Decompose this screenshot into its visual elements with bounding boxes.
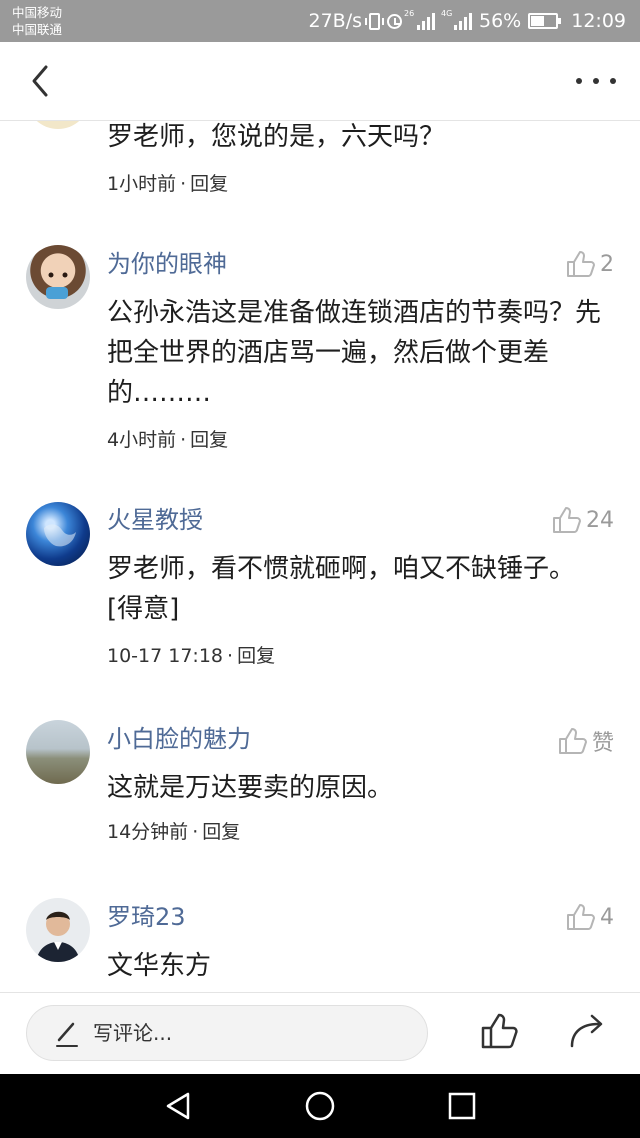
comment-text: 公孙永浩这是准备做连锁酒店的节奏吗？先把全世界的酒店骂一遍，然后做个更差的……… bbox=[107, 298, 602, 408]
thumbs-up-icon bbox=[558, 728, 587, 754]
share-arrow-icon bbox=[570, 1014, 603, 1048]
username[interactable]: 为你的眼神 bbox=[107, 248, 227, 280]
thumbs-up-icon bbox=[553, 507, 581, 533]
comment-time: 10-17 17:18 bbox=[107, 645, 224, 667]
reply-button[interactable]: 回复 bbox=[202, 821, 240, 843]
comment-text: 这就是万达要卖的原因。 bbox=[107, 773, 394, 803]
like-button[interactable]: 24 bbox=[552, 506, 614, 534]
carrier-info: 中国移动 中国联通 bbox=[12, 4, 62, 38]
reply-button[interactable]: 回复 bbox=[190, 173, 228, 195]
comment-time: 4小时前 bbox=[107, 429, 177, 451]
avatar[interactable] bbox=[26, 121, 90, 129]
comment-item: 小白脸的魅力 赞 这就是万达要卖的原因。 14分钟前 · 回复 bbox=[0, 717, 640, 877]
comment-text: 罗老师，看不惯就砸啊，咱又不缺锤子。[得意] bbox=[107, 554, 576, 624]
circle-home-icon bbox=[305, 1091, 335, 1121]
comment-meta: 4小时前 · 回复 bbox=[107, 429, 229, 451]
thumbs-up-icon bbox=[481, 1013, 518, 1049]
share-button[interactable] bbox=[568, 1012, 608, 1054]
signal-1-tag: 26 bbox=[404, 9, 415, 18]
net-speed: 27B/s bbox=[308, 10, 362, 32]
signal-2-tag: 4G bbox=[441, 9, 453, 18]
like-article-button[interactable] bbox=[480, 1012, 520, 1054]
back-button[interactable] bbox=[24, 62, 60, 100]
pen-icon bbox=[56, 1022, 78, 1047]
comment-item: 火星教授 24 罗老师，看不惯就砸啊，咱又不缺锤子。[得意] 10-17 17:… bbox=[0, 498, 640, 698]
alarm-icon bbox=[387, 13, 402, 29]
like-count: 24 bbox=[586, 507, 614, 533]
status-bar: 中国移动 中国联通 27B/s 26 4G 56% 12:09 bbox=[0, 0, 640, 42]
system-home-button[interactable] bbox=[304, 1090, 336, 1122]
thumbs-up-icon bbox=[567, 251, 595, 277]
battery-icon bbox=[528, 13, 562, 29]
system-back-button[interactable] bbox=[162, 1090, 194, 1122]
comment-meta: 14分钟前 · 回复 bbox=[107, 821, 241, 843]
carrier-2: 中国联通 bbox=[12, 22, 63, 37]
username[interactable]: 小白脸的魅力 bbox=[107, 723, 251, 755]
triangle-back-icon bbox=[166, 1092, 190, 1120]
like-button[interactable]: 2 bbox=[566, 250, 614, 278]
carrier-1: 中国移动 bbox=[12, 5, 63, 20]
like-button[interactable]: 赞 bbox=[558, 725, 614, 757]
comment-item: 为你的眼神 2 公孙永浩这是准备做连锁酒店的节奏吗？先把全世界的酒店骂一遍，然后… bbox=[0, 242, 640, 462]
comment-time: 1小时前 bbox=[107, 173, 177, 195]
like-count: 赞 bbox=[591, 731, 614, 756]
chevron-left-icon bbox=[32, 65, 48, 97]
like-count: 2 bbox=[600, 251, 614, 277]
status-indicators: 27B/s 26 4G 56% 12:09 bbox=[308, 0, 626, 42]
square-recents-icon bbox=[448, 1092, 476, 1120]
username[interactable]: 火星教授 bbox=[107, 504, 203, 536]
comment-meta: 10-17 17:18 · 回复 bbox=[107, 645, 276, 667]
comment-item: 罗琦23 4 文华东方 bbox=[0, 895, 640, 991]
signal-icon: 4G bbox=[441, 9, 472, 30]
reply-button[interactable]: 回复 bbox=[190, 429, 228, 451]
battery-fill bbox=[531, 16, 545, 26]
thumbs-up-icon bbox=[567, 904, 595, 930]
more-dots-icon bbox=[576, 78, 582, 84]
system-recents-button[interactable] bbox=[446, 1090, 478, 1122]
like-button[interactable]: 4 bbox=[566, 903, 614, 931]
top-nav bbox=[0, 42, 640, 121]
system-nav-bar bbox=[0, 1074, 640, 1138]
avatar[interactable] bbox=[26, 898, 90, 962]
vibrate-icon bbox=[365, 12, 384, 30]
reply-button[interactable]: 回复 bbox=[237, 645, 275, 667]
comment-input[interactable]: 写评论... bbox=[26, 1005, 428, 1061]
comment-text: 罗老师，您说的是，六天吗？ bbox=[107, 122, 446, 152]
comment-text: 文华东方 bbox=[107, 951, 212, 981]
comment-time: 14分钟前 bbox=[107, 821, 189, 843]
avatar[interactable] bbox=[26, 502, 90, 566]
battery-percent: 56% bbox=[479, 10, 522, 32]
avatar[interactable] bbox=[26, 245, 90, 309]
clock: 12:09 bbox=[571, 10, 626, 32]
signal-icon: 26 bbox=[404, 9, 435, 30]
avatar[interactable] bbox=[26, 720, 90, 784]
more-button[interactable] bbox=[576, 72, 616, 90]
comment-list: 罗老师，您说的是，六天吗？ 1小时前 · 回复 为你的眼神 2 公孙永浩这是准备做连… bbox=[0, 121, 640, 991]
comment-placeholder: 写评论... bbox=[93, 1021, 173, 1045]
comment-item: 罗老师，您说的是，六天吗？ 1小时前 · 回复 bbox=[0, 121, 640, 231]
bottom-action-bar: 写评论... bbox=[0, 992, 640, 1075]
comment-meta: 1小时前 · 回复 bbox=[107, 173, 229, 195]
like-count: 4 bbox=[600, 904, 614, 930]
username[interactable]: 罗琦23 bbox=[107, 901, 186, 933]
